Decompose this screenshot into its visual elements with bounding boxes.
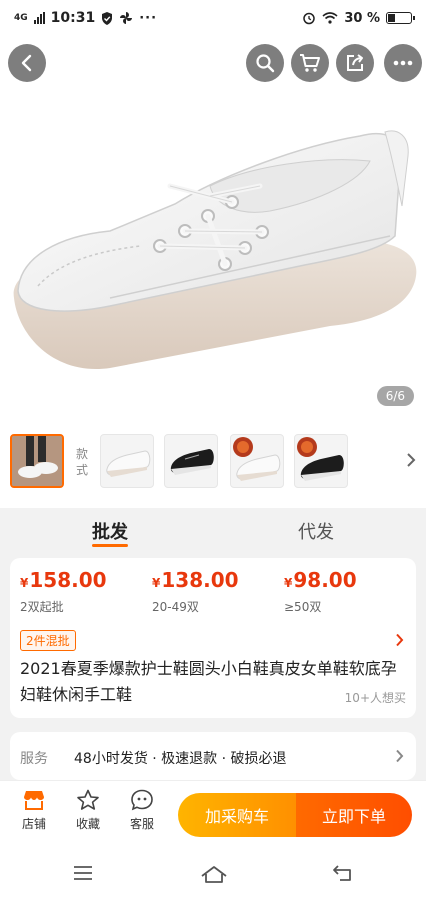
service-guarantees: 48小时发货 · 极速退款 · 破损必退 xyxy=(74,751,287,767)
tier-price: ¥138.00 xyxy=(152,568,239,592)
variant-selector: 款式 xyxy=(0,418,426,508)
product-gallery[interactable]: 6/6 xyxy=(0,36,426,418)
tier-price: ¥158.00 xyxy=(20,568,107,592)
signal-icon xyxy=(33,12,45,24)
price-tier: ¥138.00 20-49双 xyxy=(152,568,239,615)
pinwheel-icon xyxy=(120,12,133,24)
share-icon xyxy=(347,54,363,71)
variant-thumb-worn[interactable] xyxy=(10,434,64,488)
more-button[interactable] xyxy=(384,44,422,82)
tier-price: ¥98.00 xyxy=(284,568,357,592)
home-button[interactable] xyxy=(200,864,228,888)
service-row[interactable]: 服务 48小时发货 · 极速退款 · 破损必退 xyxy=(10,732,416,780)
order-now-button[interactable]: 立即下单 xyxy=(296,793,412,837)
cart-button[interactable] xyxy=(291,44,329,82)
variant-thumb-black[interactable] xyxy=(164,434,218,488)
search-button[interactable] xyxy=(246,44,284,82)
chevron-left-icon xyxy=(21,54,32,72)
variant-image xyxy=(170,449,214,475)
home-icon xyxy=(201,866,227,883)
status-bar: 4G 10:31 ··· 30 % xyxy=(0,0,426,36)
tier-quantity: ≥50双 xyxy=(284,600,322,614)
add-to-cart-button[interactable]: 加采购车 xyxy=(178,793,296,837)
shop-icon xyxy=(24,791,44,810)
search-icon xyxy=(256,54,275,73)
menu-icon xyxy=(74,866,92,880)
favorite-button[interactable]: 收藏 xyxy=(66,789,110,832)
purchase-mode-tabs: 批发 代发 xyxy=(0,508,426,554)
more-icon xyxy=(393,60,413,66)
variant-image xyxy=(12,436,62,486)
tab-wholesale[interactable]: 批发 xyxy=(92,518,128,544)
share-button[interactable] xyxy=(336,44,374,82)
price-card: ¥158.00 2双起批 ¥138.00 20-49双 ¥98.00 ≥50双 … xyxy=(10,558,416,718)
chevron-right-icon xyxy=(396,633,404,647)
price-tier: ¥98.00 ≥50双 xyxy=(284,568,357,615)
variant-thumb-black-promo[interactable] xyxy=(294,434,348,488)
shop-label: 店铺 xyxy=(21,817,46,831)
network-type: 4G xyxy=(14,12,28,23)
support-button[interactable]: 客服 xyxy=(120,789,164,832)
interested-buyers: 10+人想买 xyxy=(344,691,406,705)
star-icon xyxy=(77,789,99,810)
variant-label: 款式 xyxy=(76,447,89,477)
variant-image xyxy=(233,437,281,481)
variant-image xyxy=(297,437,344,481)
back-arrow-icon xyxy=(333,865,351,881)
battery-percent: 30 % xyxy=(344,10,380,26)
menu-button[interactable] xyxy=(72,864,94,886)
variant-thumb-white[interactable] xyxy=(100,434,154,488)
variant-image xyxy=(106,450,151,477)
image-counter: 6/6 xyxy=(376,386,414,406)
clock: 10:31 xyxy=(50,10,96,26)
favorite-label: 收藏 xyxy=(75,817,100,831)
price-tier: ¥158.00 2双起批 xyxy=(20,568,107,615)
variant-scroll-arrow[interactable] xyxy=(406,452,416,472)
back-nav-button[interactable] xyxy=(332,864,354,886)
mixed-batch-badge[interactable]: 2件混批 xyxy=(20,630,76,651)
tier-quantity: 2双起批 xyxy=(20,600,64,614)
mixed-batch-arrow[interactable] xyxy=(395,632,404,651)
support-label: 客服 xyxy=(129,817,154,831)
bottom-action-bar: 店铺 收藏 客服 加采购车 立即下单 xyxy=(0,780,426,850)
alarm-icon xyxy=(303,12,316,25)
tier-quantity: 20-49双 xyxy=(152,600,199,614)
service-arrow xyxy=(395,748,404,767)
active-tab-indicator xyxy=(92,544,128,547)
system-navigation-bar xyxy=(0,850,426,900)
battery-icon xyxy=(386,12,415,24)
more-notifications-icon: ··· xyxy=(139,10,158,26)
chevron-right-icon xyxy=(407,453,416,467)
shop-button[interactable]: 店铺 xyxy=(12,789,56,832)
back-button[interactable] xyxy=(8,44,46,82)
cart-icon xyxy=(300,54,320,72)
product-image xyxy=(13,130,417,370)
tab-dropship[interactable]: 代发 xyxy=(298,518,334,544)
wifi-icon xyxy=(322,12,338,24)
shield-icon xyxy=(102,11,113,25)
chat-icon xyxy=(131,789,153,811)
service-label: 服务 xyxy=(20,751,48,767)
product-detail-page: 4G 10:31 ··· 30 % 6/6 款式 批发 代发 ¥158.00 2… xyxy=(0,0,426,900)
chevron-right-icon xyxy=(396,749,404,763)
variant-thumb-white-promo[interactable] xyxy=(230,434,284,488)
